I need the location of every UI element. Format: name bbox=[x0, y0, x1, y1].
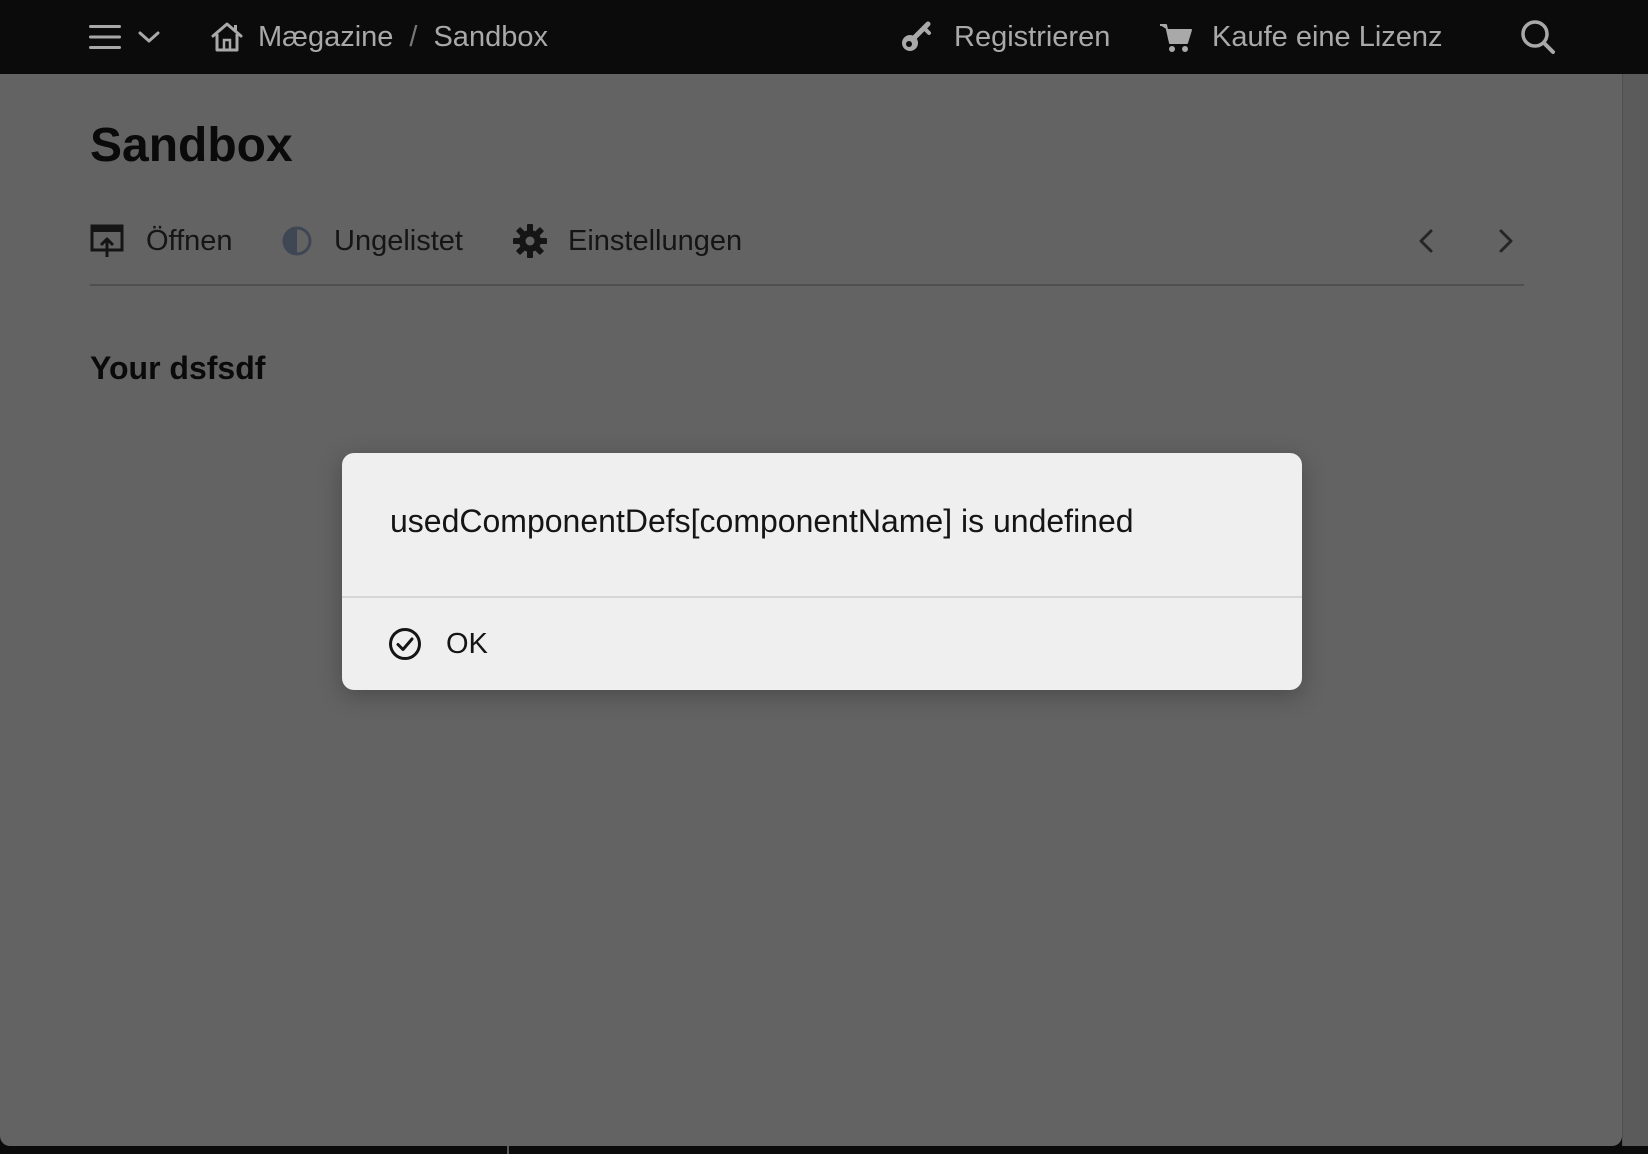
breadcrumb-home-link[interactable]: Mægazine bbox=[258, 21, 393, 54]
register-label: Registrieren bbox=[954, 20, 1111, 53]
ok-label: OK bbox=[446, 627, 488, 660]
chevron-right-icon bbox=[1496, 228, 1516, 254]
buy-license-label: Kaufe eine Lizenz bbox=[1212, 20, 1443, 53]
search-icon bbox=[1520, 19, 1556, 55]
pager-next-button[interactable] bbox=[1496, 214, 1516, 268]
settings-label: Einstellungen bbox=[568, 224, 743, 257]
breadcrumb-separator: / bbox=[409, 20, 418, 53]
breadcrumb-current[interactable]: Sandbox bbox=[433, 21, 548, 54]
dialog-divider bbox=[342, 596, 1302, 598]
buy-license-link[interactable]: Kaufe eine Lizenz bbox=[1158, 0, 1443, 74]
settings-button[interactable]: Einstellungen bbox=[512, 214, 742, 268]
ok-button[interactable]: OK bbox=[388, 621, 488, 667]
register-link[interactable]: Registrieren bbox=[898, 0, 1110, 74]
error-dialog: usedComponentDefs[componentName] is unde… bbox=[342, 453, 1302, 690]
pager-prev-button[interactable] bbox=[1416, 214, 1436, 268]
menu-button[interactable] bbox=[88, 0, 160, 74]
section-heading: Your dsfsdf bbox=[90, 350, 266, 386]
search-button[interactable] bbox=[1520, 0, 1556, 74]
top-navigation-bar: Mægazine / Sandbox Registrieren Kaufe ei… bbox=[0, 0, 1648, 74]
chevron-left-icon bbox=[1416, 228, 1436, 254]
visibility-button[interactable]: Ungelistet bbox=[282, 214, 463, 268]
toolbar-divider bbox=[90, 284, 1524, 286]
gear-icon bbox=[512, 223, 548, 259]
check-circle-icon bbox=[388, 627, 422, 661]
error-message: usedComponentDefs[componentName] is unde… bbox=[390, 503, 1134, 539]
open-icon bbox=[90, 224, 124, 258]
half-circle-icon bbox=[282, 226, 312, 256]
breadcrumb: Mægazine / Sandbox bbox=[210, 0, 548, 74]
window-edge-divider bbox=[507, 1146, 509, 1154]
home-icon[interactable] bbox=[210, 20, 244, 54]
hamburger-icon bbox=[88, 22, 122, 52]
page-title: Sandbox bbox=[90, 119, 293, 172]
scrollbar-track[interactable] bbox=[1622, 74, 1648, 1146]
key-icon bbox=[898, 19, 934, 55]
visibility-label: Ungelistet bbox=[334, 224, 463, 257]
cart-icon bbox=[1158, 19, 1194, 55]
open-label: Öffnen bbox=[146, 224, 233, 257]
chevron-down-icon bbox=[138, 29, 160, 45]
open-button[interactable]: Öffnen bbox=[90, 214, 233, 268]
